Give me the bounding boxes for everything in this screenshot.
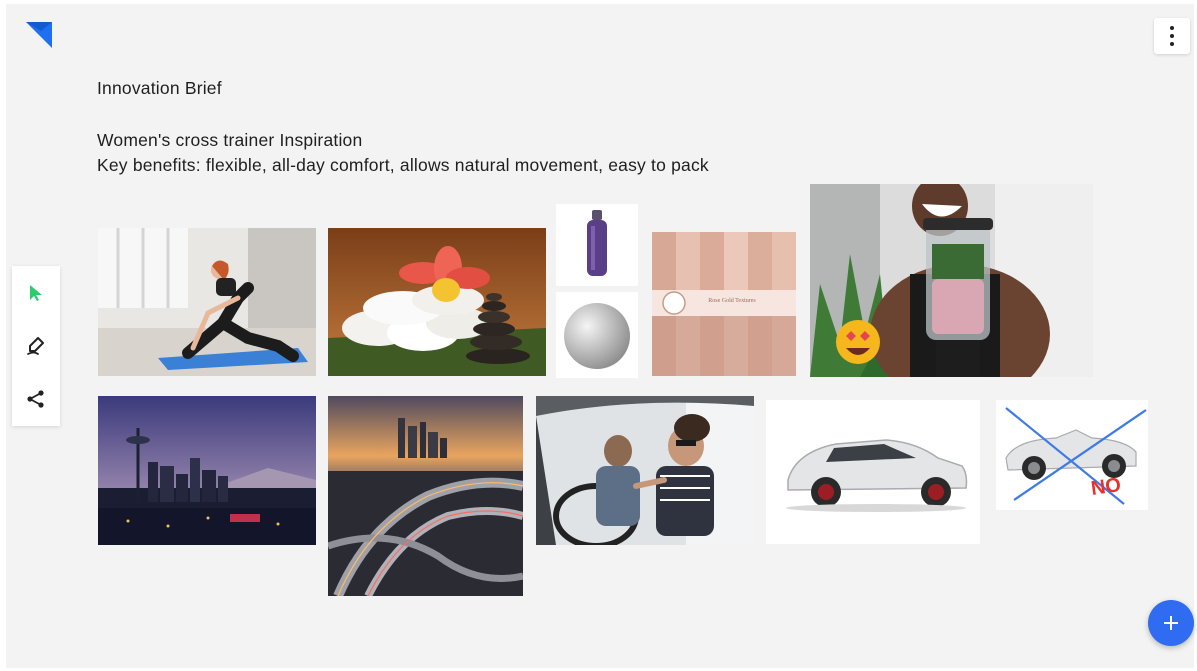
- more-menu-button[interactable]: [1154, 18, 1190, 54]
- rose-gold-texture-image: Rose Gold Textures: [652, 232, 796, 376]
- plus-icon: [1164, 616, 1178, 630]
- draw-tool-button[interactable]: [21, 331, 51, 361]
- convertible-no-image: NO: [996, 400, 1148, 510]
- spa-image: [328, 228, 546, 376]
- blender-image: [810, 184, 1093, 377]
- share-icon: [27, 390, 44, 408]
- add-item-button[interactable]: [1148, 600, 1194, 646]
- silver-ball-image: [556, 292, 638, 378]
- image-tile-silver-ball[interactable]: [556, 292, 638, 378]
- cursor-icon: [30, 284, 42, 301]
- image-tile-convertible-rejected[interactable]: NO: [996, 400, 1148, 510]
- water-bottle-image: [556, 204, 638, 286]
- seattle-skyline-image: [98, 396, 316, 545]
- no-sign-text: NO: [1090, 474, 1123, 500]
- image-tile-water-bottle[interactable]: [556, 204, 638, 286]
- brief-line-inspiration: Women's cross trainer Inspiration: [97, 130, 363, 150]
- rose-gold-title: Rose Gold Textures: [708, 298, 756, 304]
- select-tool-button[interactable]: [21, 278, 51, 308]
- highway-image: [328, 396, 523, 596]
- pen-icon: [27, 336, 44, 355]
- image-tile-yoga-stretch[interactable]: [98, 228, 316, 376]
- image-tile-highway[interactable]: [328, 396, 523, 596]
- share-tool-button[interactable]: [21, 384, 51, 414]
- image-tile-hatchback[interactable]: [766, 400, 980, 544]
- left-toolbar: [12, 266, 60, 426]
- image-tile-blender[interactable]: [810, 184, 1093, 377]
- app-logo: [26, 22, 52, 48]
- image-tile-spa[interactable]: [328, 228, 546, 376]
- more-vertical-icon: [1170, 26, 1174, 30]
- brief-heading: Innovation Brief: [97, 78, 222, 98]
- image-tile-rose-gold[interactable]: Rose Gold Textures: [652, 232, 796, 376]
- yoga-stretch-image: [98, 228, 316, 376]
- image-tile-seattle-skyline[interactable]: [98, 396, 316, 545]
- brief-line-benefits: Key benefits: flexible, all-day comfort,…: [97, 155, 709, 175]
- driving-image: [536, 396, 754, 545]
- image-tile-driving[interactable]: [536, 396, 754, 545]
- hatchback-car-image: [766, 400, 980, 544]
- canvas-board[interactable]: Innovation Brief Women's cross trainer I…: [6, 4, 1194, 668]
